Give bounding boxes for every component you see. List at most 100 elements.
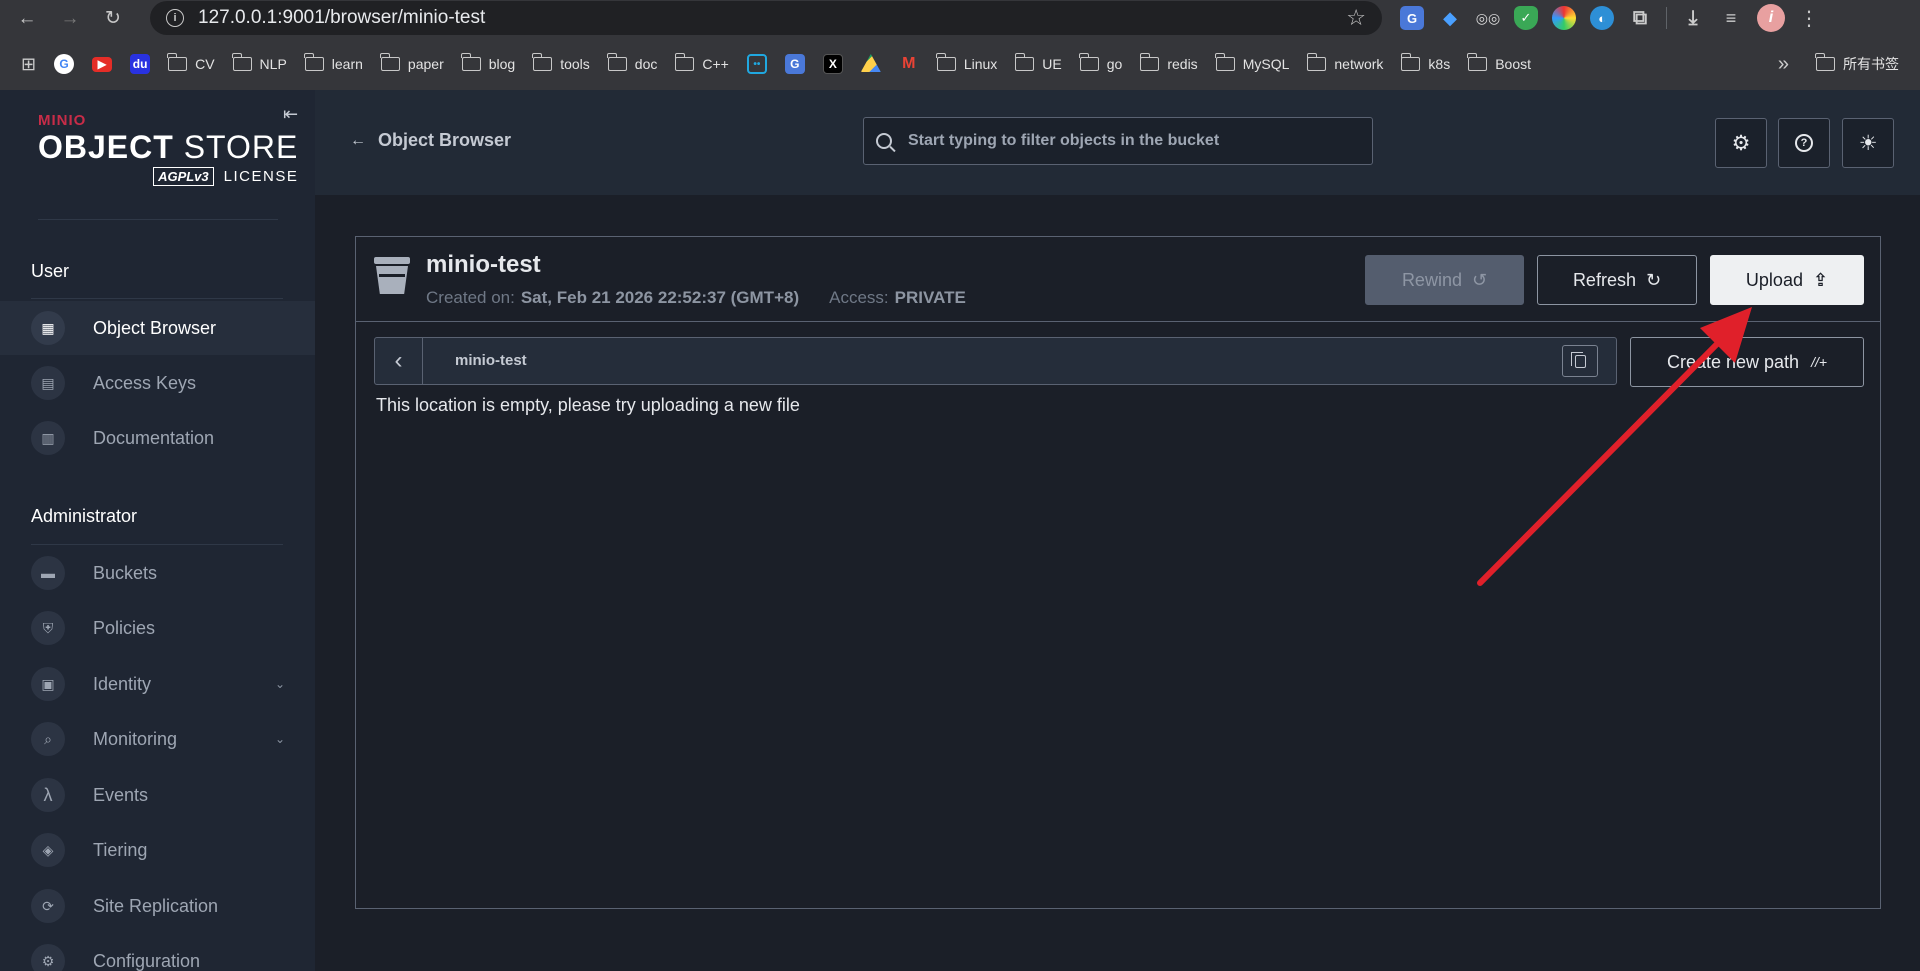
bookmark-folder-k8s[interactable]: k8s [1392,50,1459,78]
bookmark-folder-tools[interactable]: tools [524,50,599,78]
bookmark-label: tools [560,56,590,72]
profile-avatar[interactable]: i [1757,4,1785,32]
bookmark-folder-network[interactable]: network [1298,50,1392,78]
gear-icon: ⚙ [1731,131,1751,155]
sun-icon: ☀ [1858,131,1878,155]
reading-list-icon[interactable]: ≡ [1719,6,1743,30]
globe-extension-icon[interactable]: ◐ [1590,6,1614,30]
translate-bookmark[interactable]: G [776,50,814,78]
folder-icon [1014,53,1035,71]
bookmark-folder-cv[interactable]: CV [159,50,223,78]
puzzle-extensions-icon[interactable]: ⧉ [1628,6,1652,30]
theme-toggle-button[interactable]: ☀ [1842,118,1894,168]
folder-icon [380,53,400,71]
bookmark-label: go [1106,56,1123,72]
settings-button[interactable]: ⚙ [1715,118,1767,168]
sidebar-item-monitoring[interactable]: ⌕ Monitoring ⌄ [0,712,315,766]
bookmark-label: NLP [259,56,287,72]
x-bookmark[interactable]: X [814,50,852,78]
bookmark-folder-ue[interactable]: UE [1006,50,1070,78]
bookmark-folder-nlp[interactable]: NLP [224,50,296,78]
sidebar-item-tiering[interactable]: ◈ Tiering [0,823,315,877]
all-bookmarks-folder[interactable]: 所有书签 [1807,50,1908,78]
bilibili-icon: •• [746,54,767,74]
agpl-badge: AGPLv3 [153,167,214,186]
sidebar-item-identity[interactable]: ▣ Identity ⌄ [0,657,315,711]
chevron-down-icon[interactable]: ⌄ [275,732,285,746]
bookmark-folder-linux[interactable]: Linux [928,50,1006,78]
sidebar-item-label: Object Browser [93,317,217,338]
bookmark-label: CV [195,56,215,72]
sidebar-item-configuration[interactable]: ⚙ Configuration [0,934,315,971]
chevron-down-icon[interactable]: ⌄ [275,677,285,691]
sidebar-item-policies[interactable]: ⛨ Policies [0,601,315,655]
bookmark-folder-paper[interactable]: paper [372,50,453,78]
glasses-extension-icon[interactable]: ◎◎ [1476,6,1500,30]
sidebar-item-site-replication[interactable]: ⟳ Site Replication [0,879,315,933]
diamond-extension-icon[interactable]: ◆ [1438,6,1462,30]
bookmark-folder-blog[interactable]: blog [453,50,524,78]
sidebar-item-events[interactable]: λ Events [0,768,315,822]
bookmark-folder-go[interactable]: go [1071,50,1132,78]
sidebar-item-buckets[interactable]: ▬ Buckets [0,546,315,600]
download-icon[interactable]: ⤓ [1681,6,1705,30]
bucket-panel: minio-test Created on: Sat, Feb 21 2026 … [355,236,1881,909]
refresh-button[interactable]: Refresh ↻ [1537,255,1697,305]
drive-bookmark[interactable] [852,50,890,78]
access-keys-icon: ▤ [31,366,65,400]
bookmark-folder-cpp[interactable]: C++ [666,50,737,78]
logo-brand: MINIO [38,112,87,129]
logo-title-bold: OBJECT [38,129,174,165]
sidebar-item-object-browser[interactable]: ▦ Object Browser [0,301,315,355]
shield-extension-icon[interactable]: ✓ [1514,6,1538,30]
copy-path-button[interactable] [1562,345,1598,377]
upload-button[interactable]: Upload ⇪ [1710,255,1864,305]
bookmark-folder-boost[interactable]: Boost [1459,50,1540,78]
main-header: ← Object Browser ⚙ ? ☀ [315,90,1920,195]
address-bar[interactable]: i 127.0.0.1:9001/browser/minio-test ☆ [150,1,1382,35]
folder-icon [532,53,553,71]
bookmark-folder-doc[interactable]: doc [599,50,667,78]
policy-icon: ⛨ [31,611,65,645]
youtube-bookmark[interactable]: ▶ [83,50,121,78]
all-bookmarks-label: 所有书签 [1843,56,1899,72]
gmail-icon: M [902,55,916,72]
help-icon: ? [1795,134,1813,152]
sidebar-item-documentation[interactable]: ▥ Documentation [0,411,315,465]
create-new-path-button[interactable]: Create new path //+ [1630,337,1864,387]
lambda-icon: λ [31,778,65,812]
chevron-left-icon[interactable]: ‹ [375,338,423,384]
bookmark-folder-mysql[interactable]: MySQL [1207,50,1299,78]
reload-icon[interactable]: ↻ [99,5,127,33]
bucket-icon [374,257,410,295]
bookmark-star-icon[interactable]: ☆ [1346,5,1366,31]
google-bookmark[interactable]: G [45,50,83,78]
bookmark-label: UE [1042,56,1062,72]
bookmark-folder-redis[interactable]: redis [1131,50,1206,78]
bookmark-folder-learn[interactable]: learn [296,50,372,78]
color-extension-icon[interactable] [1552,6,1576,30]
search-input[interactable] [908,132,1348,150]
folder-icon [1306,53,1327,71]
url-text[interactable]: 127.0.0.1:9001/browser/minio-test [198,7,485,29]
help-button[interactable]: ? [1778,118,1830,168]
logo-title: OBJECT STORE [38,131,298,163]
more-bookmarks-icon[interactable]: » [1778,53,1789,76]
apps-grid-icon[interactable]: ⊞ [12,50,45,78]
browser-menu-icon[interactable]: ⋮ [1799,6,1819,31]
folder-icon [674,53,695,71]
rewind-button[interactable]: Rewind ↺ [1365,255,1524,305]
access-value: PRIVATE [894,288,966,307]
back-nav-icon[interactable]: ← [13,5,41,33]
sidebar-item-access-keys[interactable]: ▤ Access Keys [0,356,315,410]
baidu-bookmark[interactable]: du [121,50,159,78]
site-info-icon[interactable]: i [166,9,184,27]
object-filter-search[interactable] [863,117,1373,165]
bilibili-bookmark[interactable]: •• [738,50,776,78]
forward-nav-icon[interactable]: → [56,5,84,33]
back-to-object-browser-link[interactable]: ← Object Browser [350,130,511,151]
new-path-label: Create new path [1666,351,1800,372]
translate-extension-icon[interactable]: G [1400,6,1424,30]
bookmark-label: blog [488,56,516,72]
gmail-bookmark[interactable]: M [890,50,928,78]
